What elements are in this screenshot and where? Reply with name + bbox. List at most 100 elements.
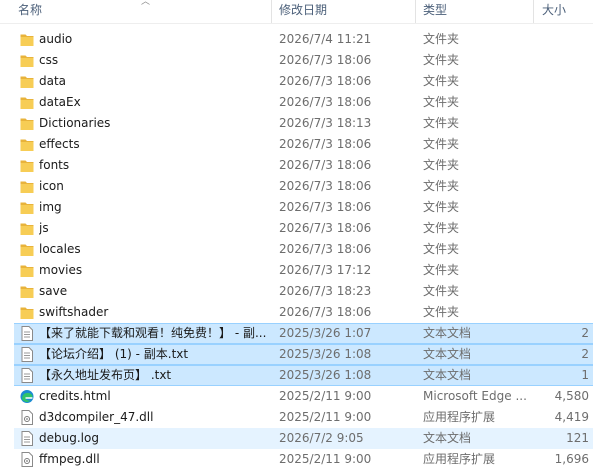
dll-file-icon: [20, 452, 34, 467]
column-date[interactable]: 修改日期: [279, 0, 327, 20]
file-date: 2025/2/11 9:00: [279, 389, 372, 403]
file-name: 【论坛介绍】 (1) - 副本.txt: [39, 347, 189, 361]
file-size: 2: [581, 347, 589, 361]
file-date: 2025/3/26 1:07: [279, 326, 372, 340]
file-name: save: [39, 284, 68, 298]
file-name: credits.html: [39, 389, 111, 403]
file-row[interactable]: fonts 2026/7/3 18:06 文件夹: [0, 155, 593, 176]
folder-icon: [20, 158, 34, 173]
file-name: ffmpeg.dll: [39, 452, 100, 466]
file-row[interactable]: effects 2026/7/3 18:06 文件夹: [0, 134, 593, 155]
file-row[interactable]: img 2026/7/3 18:06 文件夹: [0, 197, 593, 218]
file-row[interactable]: save 2026/7/3 18:23 文件夹: [0, 281, 593, 302]
file-type: 文件夹: [423, 74, 460, 88]
file-size: 4,580: [554, 389, 589, 403]
file-name: icon: [39, 179, 64, 193]
file-type: 文本文档: [423, 326, 472, 340]
column-size[interactable]: 大小: [542, 0, 566, 20]
folder-icon: [20, 53, 34, 68]
file-date: 2026/7/3 18:06: [279, 242, 372, 256]
file-row[interactable]: 【永久地址发布页】 .txt 2025/3/26 1:08 文本文档 1: [0, 365, 593, 386]
file-date: 2026/7/3 18:06: [279, 53, 372, 67]
file-type: 文件夹: [423, 116, 460, 130]
file-date: 2026/7/3 18:06: [279, 305, 372, 319]
column-name[interactable]: 名称: [18, 0, 42, 20]
file-date: 2025/2/11 9:00: [279, 452, 372, 466]
column-type[interactable]: 类型: [423, 0, 447, 20]
file-date: 2026/7/3 18:06: [279, 137, 372, 151]
file-row[interactable]: debug.log 2026/7/2 9:05 文本文档 121: [0, 428, 593, 449]
column-divider[interactable]: [415, 0, 416, 23]
file-date: 2025/2/11 9:00: [279, 410, 372, 424]
file-type: 文件夹: [423, 179, 460, 193]
file-type: 文件夹: [423, 53, 460, 67]
folder-icon: [20, 263, 34, 278]
file-date: 2026/7/3 18:06: [279, 221, 372, 235]
folder-icon: [20, 284, 34, 299]
dll-file-icon: [20, 410, 34, 425]
file-name: css: [39, 53, 59, 67]
file-date: 2026/7/3 18:06: [279, 74, 372, 88]
file-name: audio: [39, 32, 73, 46]
folder-icon: [20, 221, 34, 236]
file-type: Microsoft Edge ...: [423, 389, 527, 403]
file-row[interactable]: credits.html 2025/2/11 9:00 Microsoft Edge…: [0, 386, 593, 407]
column-divider[interactable]: [271, 0, 272, 23]
folder-icon: [20, 32, 34, 47]
sort-up-icon: ︿: [141, 0, 151, 7]
file-size: 121: [566, 431, 589, 445]
file-date: 2026/7/3 17:12: [279, 263, 372, 277]
file-date: 2025/3/26 1:08: [279, 347, 372, 361]
file-name: data: [39, 74, 67, 88]
file-row[interactable]: locales 2026/7/3 18:06 文件夹: [0, 239, 593, 260]
file-type: 文件夹: [423, 242, 460, 256]
file-type: 应用程序扩展: [423, 410, 496, 424]
file-name: img: [39, 200, 62, 214]
folder-icon: [20, 137, 34, 152]
file-row[interactable]: swiftshader 2026/7/3 18:06 文件夹: [0, 302, 593, 323]
file-row[interactable]: js 2026/7/3 18:06 文件夹: [0, 218, 593, 239]
file-row[interactable]: Dictionaries 2026/7/3 18:13 文件夹: [0, 113, 593, 134]
folder-icon: [20, 179, 34, 194]
file-type: 文件夹: [423, 284, 460, 298]
file-date: 2026/7/4 11:21: [279, 32, 372, 46]
file-name: 【来了就能下载和观看！纯免费！】 - 副...: [39, 326, 267, 340]
file-row[interactable]: css 2026/7/3 18:06 文件夹: [0, 50, 593, 71]
text-file-icon: [20, 368, 34, 383]
file-row[interactable]: 【来了就能下载和观看！纯免费！】 - 副... 2025/3/26 1:07 文本文…: [0, 323, 593, 344]
file-row[interactable]: 【论坛介绍】 (1) - 副本.txt 2025/3/26 1:08 文本文档 2: [0, 344, 593, 365]
file-type: 文件夹: [423, 221, 460, 235]
file-name: fonts: [39, 158, 70, 172]
file-type: 文本文档: [423, 347, 472, 361]
file-row[interactable]: ffmpeg.dll 2025/2/11 9:00 应用程序扩展 1,696: [0, 449, 593, 470]
text-file-icon: [20, 431, 34, 446]
file-type: 文件夹: [423, 158, 460, 172]
file-name: swiftshader: [39, 305, 109, 319]
edge-icon: [20, 389, 34, 404]
file-size: 1: [581, 368, 589, 382]
file-date: 2026/7/3 18:06: [279, 158, 372, 172]
file-type: 文件夹: [423, 95, 460, 109]
text-file-icon: [20, 347, 34, 362]
file-date: 2026/7/3 18:06: [279, 200, 372, 214]
file-type: 文件夹: [423, 305, 460, 319]
file-name: effects: [39, 137, 80, 151]
folder-icon: [20, 200, 34, 215]
file-name: locales: [39, 242, 81, 256]
file-row[interactable]: icon 2026/7/3 18:06 文件夹: [0, 176, 593, 197]
file-row[interactable]: dataEx 2026/7/3 18:06 文件夹: [0, 92, 593, 113]
file-row[interactable]: audio 2026/7/4 11:21 文件夹: [0, 29, 593, 50]
file-name: Dictionaries: [39, 116, 111, 130]
folder-icon: [20, 95, 34, 110]
text-file-icon: [20, 326, 34, 341]
column-divider[interactable]: [533, 0, 534, 23]
file-type: 文件夹: [423, 32, 460, 46]
file-date: 2026/7/3 18:06: [279, 179, 372, 193]
file-size: 4,419: [554, 410, 589, 424]
file-row[interactable]: data 2026/7/3 18:06 文件夹: [0, 71, 593, 92]
file-date: 2026/7/3 18:23: [279, 284, 372, 298]
file-size: 1,696: [554, 452, 589, 466]
file-row[interactable]: movies 2026/7/3 17:12 文件夹: [0, 260, 593, 281]
file-row[interactable]: d3dcompiler_47.dll 2025/2/11 9:00 应用程序扩展 4,…: [0, 407, 593, 428]
column-header: ︿ 名称 修改日期 类型 大小: [0, 0, 593, 24]
